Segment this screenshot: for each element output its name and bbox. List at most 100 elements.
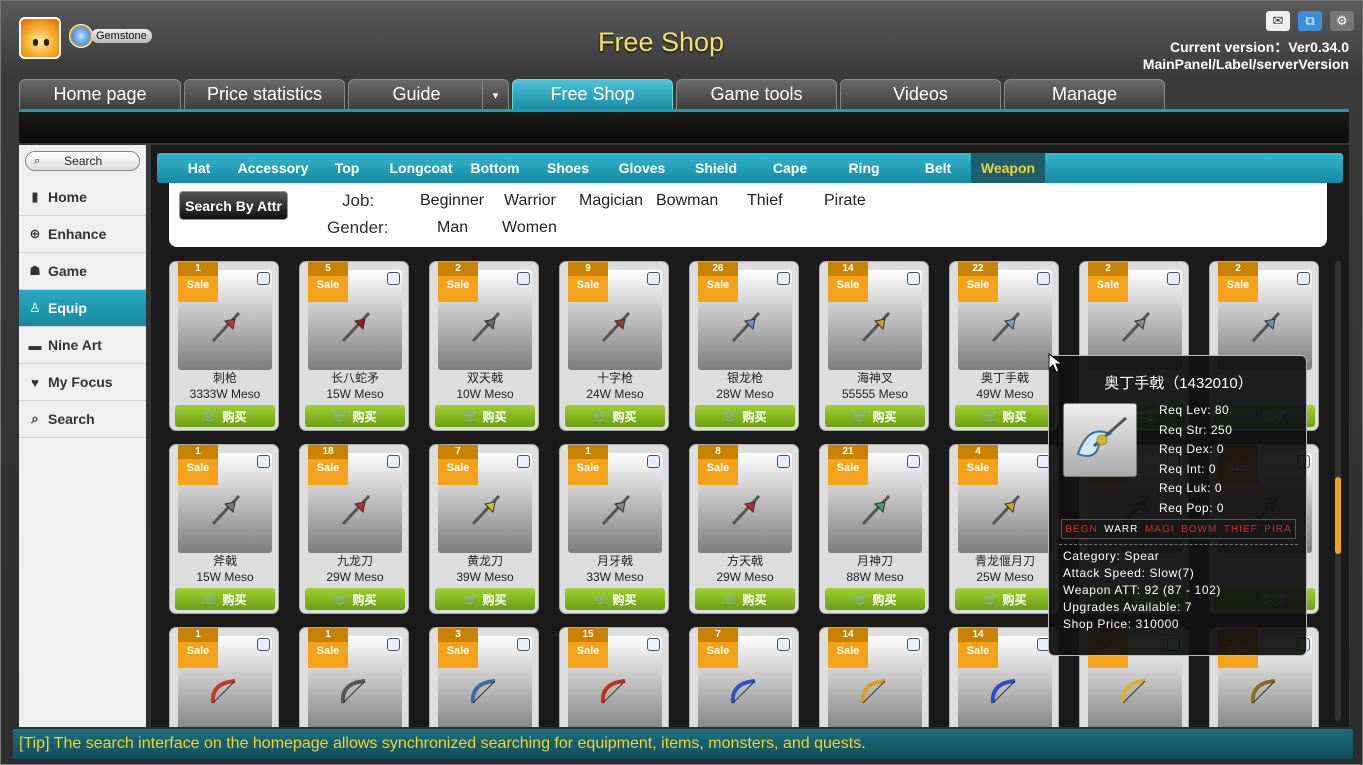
item-card[interactable]: 1 Sale 刺枪 3333W Meso 🛒 购买 bbox=[169, 261, 279, 431]
item-checkbox[interactable] bbox=[257, 638, 270, 651]
job-option-warrior[interactable]: Warrior bbox=[504, 192, 556, 210]
item-checkbox[interactable] bbox=[387, 455, 400, 468]
tab-longcoat[interactable]: Longcoat bbox=[379, 153, 463, 183]
buy-button[interactable]: 🛒购买 bbox=[435, 588, 535, 610]
tab-belt[interactable]: Belt bbox=[905, 153, 971, 183]
gemstone-badge[interactable]: Gemstone bbox=[69, 23, 152, 49]
item-checkbox[interactable] bbox=[517, 638, 530, 651]
item-card[interactable]: 1Sale🛒购买 bbox=[169, 627, 279, 727]
buy-button[interactable]: 🛒购买 bbox=[695, 588, 795, 610]
job-option-beginner[interactable]: Beginner bbox=[420, 192, 484, 210]
tab-guide[interactable]: Guide ▾ bbox=[348, 79, 509, 110]
item-card[interactable]: 2 Sale 双天戟 10W Meso 🛒 购买 bbox=[429, 261, 539, 431]
tab-hat[interactable]: Hat bbox=[167, 153, 231, 183]
sidebar-item-label: Game bbox=[48, 263, 87, 279]
search-by-attr-button[interactable]: Search By Attr bbox=[179, 191, 288, 220]
item-checkbox[interactable] bbox=[517, 455, 530, 468]
item-card[interactable]: 9 Sale 十字枪 24W Meso 🛒 购买 bbox=[559, 261, 669, 431]
tab-shoes[interactable]: Shoes bbox=[527, 153, 609, 183]
item-card[interactable]: 14Sale🛒购买 bbox=[819, 627, 929, 727]
gender-option-women[interactable]: Women bbox=[502, 219, 557, 237]
item-checkbox[interactable] bbox=[257, 455, 270, 468]
item-checkbox[interactable] bbox=[907, 455, 920, 468]
sidebar-item-equip[interactable]: ♙ Equip bbox=[19, 290, 146, 327]
item-card[interactable]: 4 Sale 青龙偃月刀 25W Meso 🛒 购买 bbox=[949, 444, 1059, 614]
item-card[interactable]: 1 Sale 斧戟 15W Meso 🛒 购买 bbox=[169, 444, 279, 614]
buy-button[interactable]: 🛒购买 bbox=[175, 588, 275, 610]
tab-ring[interactable]: Ring bbox=[823, 153, 905, 183]
item-checkbox[interactable] bbox=[1167, 272, 1180, 285]
item-card[interactable]: 22 Sale 奥丁手戟 49W Meso 🛒 购买 bbox=[949, 261, 1059, 431]
sidebar-item-enhance[interactable]: ⊕ Enhance bbox=[19, 216, 146, 253]
tab-weapon[interactable]: Weapon bbox=[971, 153, 1045, 183]
item-checkbox[interactable] bbox=[777, 638, 790, 651]
item-checkbox[interactable] bbox=[517, 272, 530, 285]
item-card[interactable]: 7 Sale 黄龙刀 39W Meso 🛒 购买 bbox=[429, 444, 539, 614]
mail-icon[interactable]: ✉ bbox=[1266, 11, 1290, 31]
job-option-magician[interactable]: Magician bbox=[579, 192, 643, 210]
buy-button[interactable]: 🛒购买 bbox=[305, 588, 405, 610]
item-card[interactable]: 18 Sale 九龙刀 29W Meso 🛒 购买 bbox=[299, 444, 409, 614]
item-card[interactable]: 14Sale🛒购买 bbox=[949, 627, 1059, 727]
item-checkbox[interactable] bbox=[1297, 272, 1310, 285]
buy-button[interactable]: 🛒购买 bbox=[825, 405, 925, 427]
tab-free-shop[interactable]: Free Shop bbox=[512, 79, 673, 109]
tab-gloves[interactable]: Gloves bbox=[609, 153, 675, 183]
restore-icon[interactable]: ⧉ bbox=[1298, 11, 1322, 31]
sidebar-item-game[interactable]: ☗ Game bbox=[19, 253, 146, 290]
item-card[interactable]: 3Sale🛒购买 bbox=[429, 627, 539, 727]
buy-button[interactable]: 🛒购买 bbox=[695, 405, 795, 427]
item-card[interactable]: 5 Sale 长八蛇矛 15W Meso 🛒 购买 bbox=[299, 261, 409, 431]
buy-button[interactable]: 🛒购买 bbox=[955, 588, 1055, 610]
sidebar-item-home[interactable]: ▮ Home bbox=[19, 179, 146, 216]
job-option-bowman[interactable]: Bowman bbox=[656, 192, 718, 210]
tab-bottom[interactable]: Bottom bbox=[463, 153, 527, 183]
tab-accessory[interactable]: Accessory bbox=[231, 153, 315, 183]
buy-button[interactable]: 🛒购买 bbox=[565, 405, 665, 427]
buy-button[interactable]: 🛒购买 bbox=[955, 405, 1055, 427]
tab-shield[interactable]: Shield bbox=[675, 153, 757, 183]
scrollbar-thumb[interactable] bbox=[1335, 477, 1341, 554]
tab-videos[interactable]: Videos bbox=[840, 79, 1001, 109]
sidebar-item-nine-art[interactable]: ▬ Nine Art bbox=[19, 327, 146, 364]
item-card[interactable]: 14 Sale 海神叉 55555 Meso 🛒 购买 bbox=[819, 261, 929, 431]
item-card[interactable]: 7Sale🛒购买 bbox=[689, 627, 799, 727]
settings-icon[interactable]: ⚙ bbox=[1330, 11, 1354, 31]
item-checkbox[interactable] bbox=[1037, 272, 1050, 285]
item-card[interactable]: 1 Sale 月牙戟 33W Meso 🛒 购买 bbox=[559, 444, 669, 614]
tab-home-page[interactable]: Home page bbox=[19, 79, 181, 109]
buy-button[interactable]: 🛒购买 bbox=[175, 405, 275, 427]
sale-label: Sale bbox=[316, 645, 340, 657]
item-checkbox[interactable] bbox=[387, 638, 400, 651]
buy-button[interactable]: 🛒购买 bbox=[305, 405, 405, 427]
sidebar-search-input[interactable]: ⌕ Search bbox=[25, 151, 140, 171]
tab-manage[interactable]: Manage bbox=[1004, 79, 1165, 109]
job-option-pirate[interactable]: Pirate bbox=[824, 192, 866, 210]
item-checkbox[interactable] bbox=[907, 638, 920, 651]
item-checkbox[interactable] bbox=[647, 638, 660, 651]
tab-cape[interactable]: Cape bbox=[757, 153, 823, 183]
item-checkbox[interactable] bbox=[257, 272, 270, 285]
tab-game-tools[interactable]: Game tools bbox=[676, 79, 837, 109]
chevron-down-icon[interactable]: ▾ bbox=[482, 80, 508, 110]
tab-price-statistics[interactable]: Price statistics bbox=[184, 79, 345, 109]
item-checkbox[interactable] bbox=[387, 272, 400, 285]
item-card[interactable]: 1Sale🛒购买 bbox=[299, 627, 409, 727]
item-card[interactable]: 15Sale🛒购买 bbox=[559, 627, 669, 727]
item-checkbox[interactable] bbox=[647, 272, 660, 285]
sidebar-item-my-focus[interactable]: ♥ My Focus bbox=[19, 364, 146, 401]
item-card[interactable]: 21 Sale 月神刀 88W Meso 🛒 购买 bbox=[819, 444, 929, 614]
job-option-thief[interactable]: Thief bbox=[747, 192, 783, 210]
item-card[interactable]: 8 Sale 方天戟 29W Meso 🛒 购买 bbox=[689, 444, 799, 614]
tab-top[interactable]: Top bbox=[315, 153, 379, 183]
buy-button[interactable]: 🛒购买 bbox=[435, 405, 535, 427]
item-checkbox[interactable] bbox=[777, 455, 790, 468]
item-checkbox[interactable] bbox=[907, 272, 920, 285]
gender-option-man[interactable]: Man bbox=[437, 219, 468, 237]
item-checkbox[interactable] bbox=[777, 272, 790, 285]
item-checkbox[interactable] bbox=[647, 455, 660, 468]
buy-button[interactable]: 🛒购买 bbox=[565, 588, 665, 610]
buy-button[interactable]: 🛒购买 bbox=[825, 588, 925, 610]
sidebar-item-search[interactable]: ⌕ Search bbox=[19, 401, 146, 438]
item-card[interactable]: 26 Sale 银龙枪 28W Meso 🛒 购买 bbox=[689, 261, 799, 431]
